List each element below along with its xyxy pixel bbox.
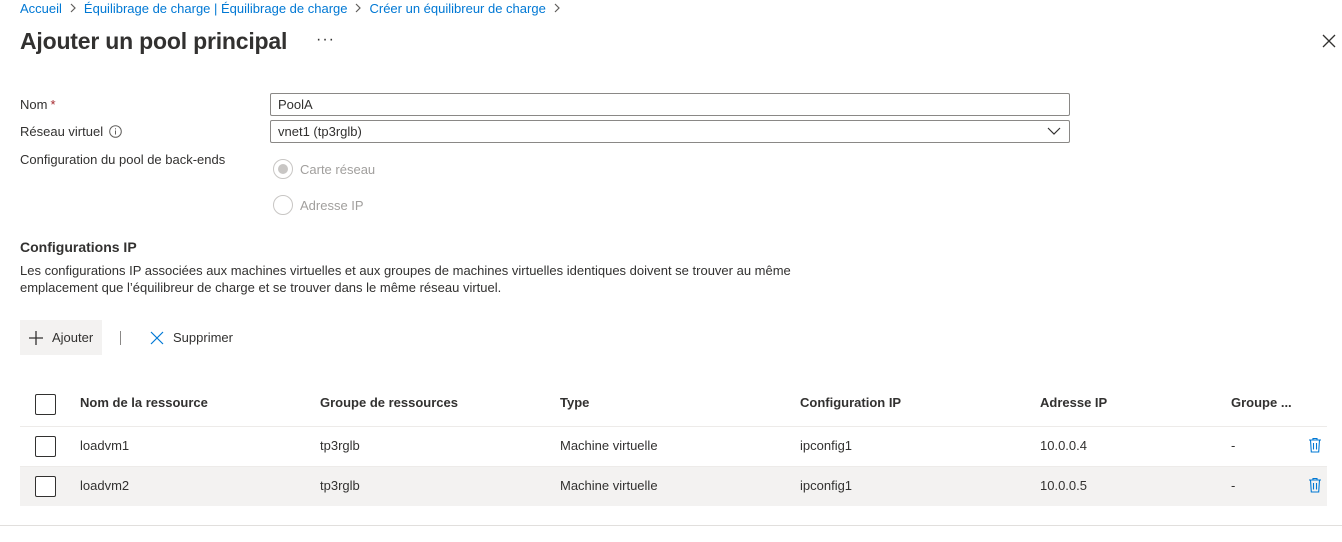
table-cell: ipconfig1: [800, 438, 853, 453]
breadcrumb-home[interactable]: Accueil: [20, 1, 62, 16]
pool-config-label: Configuration du pool de back-ends: [20, 152, 226, 167]
info-icon[interactable]: [109, 125, 122, 138]
row-checkbox[interactable]: [35, 476, 56, 497]
chevron-down-icon: [1047, 127, 1061, 135]
delete-button[interactable]: Supprimer: [150, 330, 233, 345]
ip-config-section-title: Configurations IP: [20, 239, 137, 255]
ip-config-description: Les configurations IP associées aux mach…: [20, 263, 791, 295]
name-input[interactable]: [278, 94, 1062, 115]
breadcrumb-create-load-balancer[interactable]: Créer un équilibreur de charge: [369, 1, 545, 16]
delete-button-label: Supprimer: [173, 330, 233, 345]
table-cell: ipconfig1: [800, 478, 853, 493]
name-field[interactable]: [270, 93, 1070, 116]
radio-label-ip: Adresse IP: [300, 197, 364, 213]
table-header: Nom de la ressource Groupe de ressources…: [20, 383, 1327, 423]
trash-icon[interactable]: [1308, 477, 1322, 493]
column-header[interactable]: Configuration IP: [800, 383, 901, 423]
add-button-label: Ajouter: [52, 330, 94, 345]
column-header[interactable]: Nom de la ressource: [80, 383, 208, 423]
toolbar-divider: [120, 331, 121, 345]
table-cell: -: [1231, 478, 1236, 493]
breadcrumb: Accueil Équilibrage de charge | Équilibr…: [20, 0, 568, 16]
table-cell: 10.0.0.5: [1040, 478, 1087, 493]
required-mark: *: [50, 97, 56, 112]
page-title: Ajouter un pool principal: [20, 28, 288, 54]
vnet-dropdown[interactable]: vnet1 (tp3rglb): [270, 120, 1070, 143]
table-cell: tp3rglb: [320, 438, 360, 453]
trash-icon[interactable]: [1308, 437, 1322, 453]
table-row[interactable]: loadvm2 tp3rglb Machine virtuelle ipconf…: [20, 466, 1327, 506]
radio-button-ip[interactable]: [273, 195, 293, 215]
table-cell: loadvm1: [80, 438, 130, 453]
vnet-label-text: Réseau virtuel: [20, 124, 104, 139]
chevron-right-icon: [354, 3, 362, 13]
footer-divider: [0, 525, 1342, 526]
select-all-checkbox[interactable]: [35, 394, 56, 415]
breadcrumb-load-balancing[interactable]: Équilibrage de charge | Équilibrage de c…: [84, 1, 348, 16]
vnet-label: Réseau virtuel: [20, 124, 122, 140]
more-options-button[interactable]: ···: [316, 30, 335, 50]
table-cell: Machine virtuelle: [560, 438, 658, 453]
name-label: Nom *: [20, 97, 56, 113]
vnet-selected-value: vnet1 (tp3rglb): [278, 124, 362, 139]
chevron-right-icon: [553, 3, 561, 13]
close-icon: [150, 331, 164, 344]
table-cell: Machine virtuelle: [560, 478, 658, 493]
add-button[interactable]: Ajouter: [20, 320, 102, 355]
name-label-text: Nom: [20, 97, 48, 112]
radio-option-ip[interactable]: Adresse IP: [273, 195, 364, 215]
radio-label-nic: Carte réseau: [300, 161, 376, 177]
close-icon[interactable]: [1321, 33, 1337, 49]
plus-icon: [29, 330, 43, 345]
table-cell: loadvm2: [80, 478, 130, 493]
column-header[interactable]: Adresse IP: [1040, 383, 1107, 423]
column-header[interactable]: Groupe de ressources: [320, 383, 458, 423]
row-checkbox[interactable]: [35, 436, 56, 457]
table-cell: 10.0.0.4: [1040, 438, 1087, 453]
table-row[interactable]: loadvm1 tp3rglb Machine virtuelle ipconf…: [20, 426, 1327, 466]
radio-option-nic[interactable]: Carte réseau: [273, 159, 375, 179]
table-cell: -: [1231, 438, 1236, 453]
table-cell: tp3rglb: [320, 478, 360, 493]
column-header[interactable]: Type: [560, 383, 589, 423]
chevron-right-icon: [69, 3, 77, 13]
radio-button-nic[interactable]: [273, 159, 293, 179]
column-header[interactable]: Groupe ...: [1231, 383, 1292, 423]
